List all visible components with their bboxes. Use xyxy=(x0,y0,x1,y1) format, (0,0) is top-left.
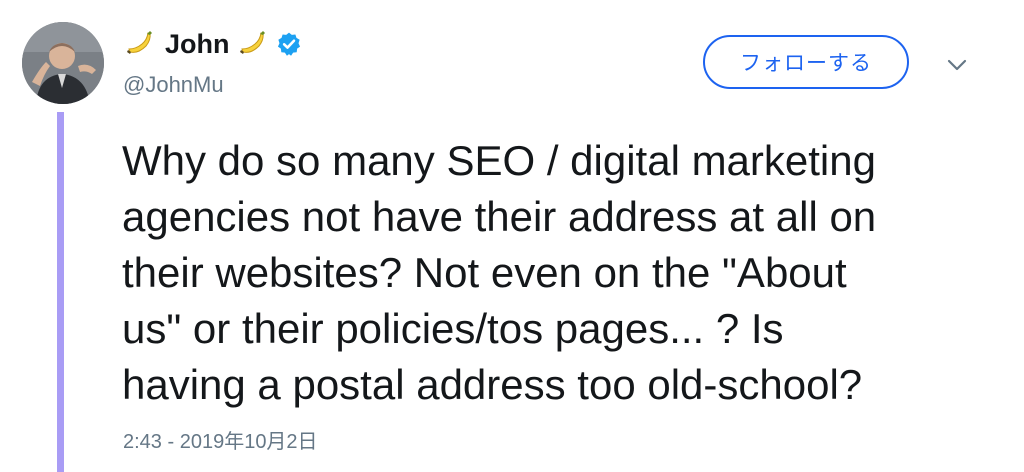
author-display-name[interactable]: John xyxy=(165,29,230,60)
follow-button[interactable]: フォローする xyxy=(703,35,909,89)
banana-icon xyxy=(236,27,270,61)
chevron-down-icon[interactable] xyxy=(944,54,970,76)
verified-badge-icon xyxy=(276,31,302,57)
avatar[interactable] xyxy=(22,22,104,104)
tweet-timestamp[interactable]: 2:43 - 2019年10月2日 xyxy=(123,425,318,454)
tweet-text: Why do so many SEO / digital marketing a… xyxy=(122,137,877,408)
thread-line xyxy=(57,112,64,472)
author-name-row[interactable]: John xyxy=(123,24,302,64)
author-handle[interactable]: @JohnMu xyxy=(123,72,224,98)
banana-icon xyxy=(123,27,157,61)
